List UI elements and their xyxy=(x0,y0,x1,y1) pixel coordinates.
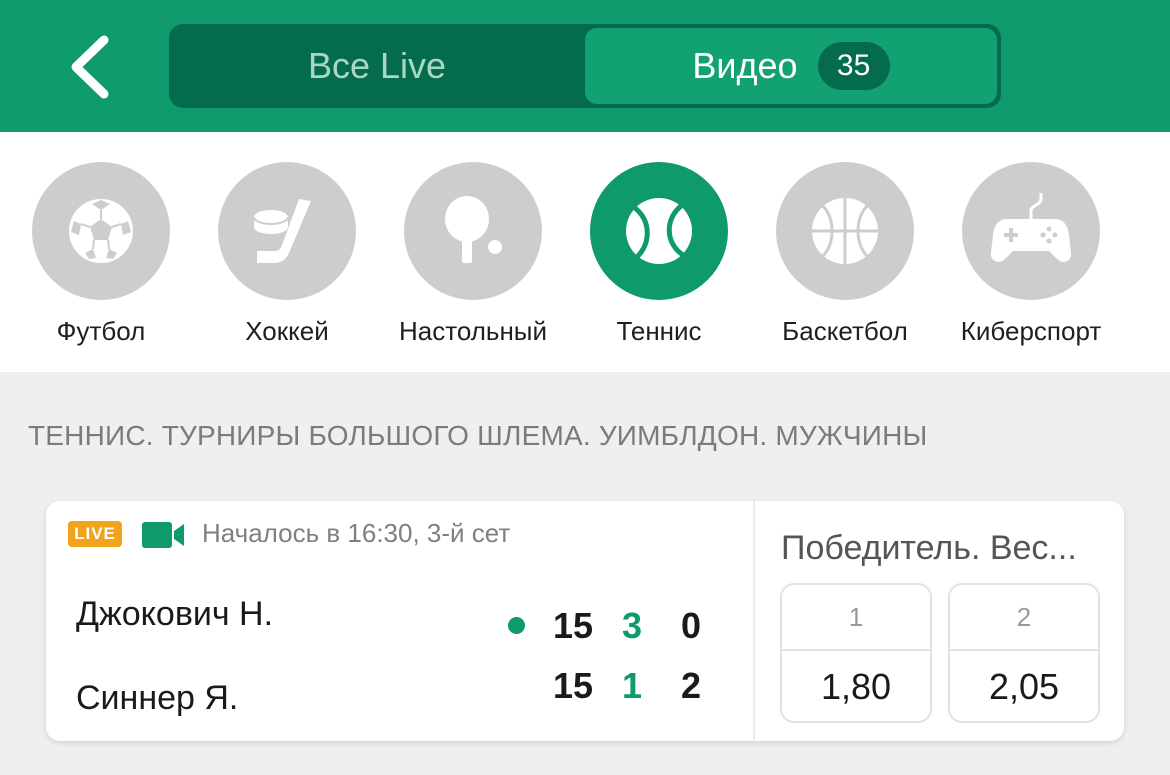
live-badge: LIVE xyxy=(68,521,122,547)
video-camera-icon xyxy=(142,522,184,548)
sport-selector: Футбол Хоккей Настольный Теннис Баскетбо… xyxy=(0,132,1170,372)
sport-item-hockey[interactable]: Хоккей xyxy=(194,162,380,352)
sport-item-basketball[interactable]: Баскетбол xyxy=(752,162,938,352)
odd-label: 1 xyxy=(782,585,930,651)
match-card: LIVE Началось в 16:30, 3-й сет Джокович … xyxy=(46,501,1124,741)
odd-label: 2 xyxy=(950,585,1098,651)
sport-label: Теннис xyxy=(616,316,702,346)
player-1-name: Джокович Н. xyxy=(76,595,274,633)
serve-indicator xyxy=(508,617,525,634)
sport-label: Хоккей xyxy=(245,316,329,346)
tennis-ball-icon xyxy=(626,198,692,264)
market-title: Победитель. Вес... xyxy=(781,529,1077,567)
player-1-games: 3 xyxy=(621,605,643,646)
tab-switcher: Все Live Видео 35 xyxy=(169,24,1001,108)
sport-item-football[interactable]: Футбол xyxy=(8,162,194,352)
odd-button-2[interactable]: 2 2,05 xyxy=(948,583,1100,723)
sport-label: Настольный xyxy=(398,316,548,346)
player-2-games: 1 xyxy=(621,665,643,706)
video-count-badge: 35 xyxy=(817,42,890,90)
tab-video[interactable]: Видео 35 xyxy=(585,28,997,104)
sport-label: Киберспорт xyxy=(960,316,1102,346)
sport-item-table-tennis[interactable]: Настольный xyxy=(380,162,566,352)
sport-item-tennis[interactable]: Теннис xyxy=(566,162,752,352)
player-1-points: 15 xyxy=(552,605,594,646)
match-info[interactable]: LIVE Началось в 16:30, 3-й сет Джокович … xyxy=(46,501,753,741)
gamepad-icon xyxy=(990,193,1072,262)
odd-value: 2,05 xyxy=(988,666,1060,707)
player-2-name: Синнер Я. xyxy=(76,679,239,717)
sport-item-esports[interactable]: Киберспорт xyxy=(938,162,1124,352)
soccer-ball-icon xyxy=(69,199,133,263)
tournament-title: ТЕННИС. ТУРНИРЫ БОЛЬШОГО ШЛЕМА. УИМБЛДОН… xyxy=(28,420,928,451)
chevron-left-icon xyxy=(71,35,109,99)
hockey-icon xyxy=(253,199,311,263)
tab-all-live-label: Все Live xyxy=(307,45,447,86)
sport-label: Футбол xyxy=(56,316,146,346)
odd-value: 1,80 xyxy=(820,666,892,707)
odd-button-1[interactable]: 1 1,80 xyxy=(780,583,932,723)
back-button[interactable] xyxy=(62,30,122,104)
match-start-status: Началось в 16:30, 3-й сет xyxy=(202,518,511,548)
player-2-points: 15 xyxy=(552,665,594,706)
sport-label: Баскетбол xyxy=(782,316,908,346)
table-tennis-icon xyxy=(445,196,502,263)
player-2-sets: 2 xyxy=(680,665,702,706)
basketball-icon xyxy=(812,198,878,264)
tab-all-live[interactable]: Все Live xyxy=(169,24,585,108)
tab-video-label: Видео xyxy=(692,45,798,86)
player-1-sets: 0 xyxy=(680,605,702,646)
betting-market: Победитель. Вес... 1 1,80 2 2,05 xyxy=(755,501,1124,741)
top-bar: Все Live Видео 35 xyxy=(0,0,1170,132)
